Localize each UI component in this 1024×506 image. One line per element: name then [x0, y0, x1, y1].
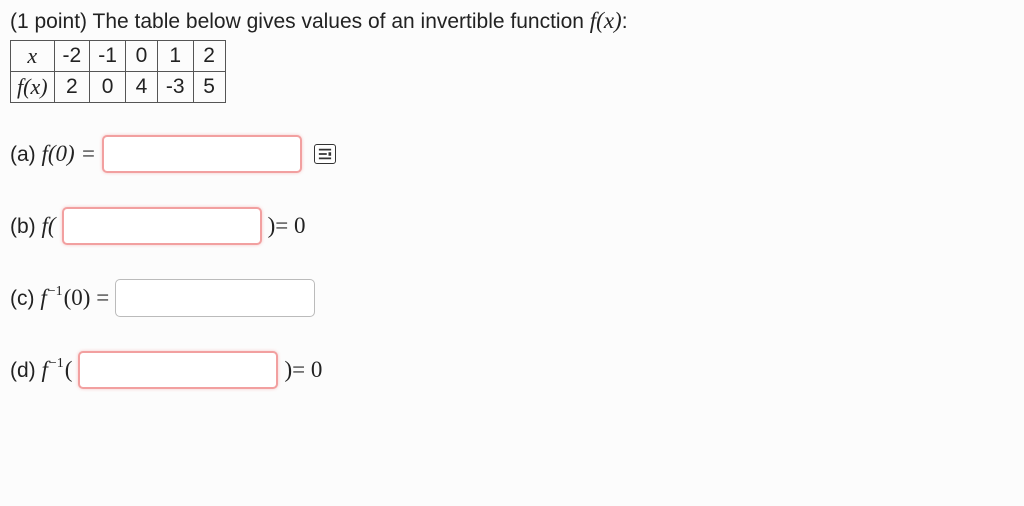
- prompt-text: The table below gives values of an inver…: [93, 10, 590, 33]
- table-x-label: x: [11, 41, 55, 72]
- part-d-label-post: )= 0: [284, 357, 322, 383]
- equation-editor-icon[interactable]: [314, 144, 336, 164]
- prompt-func: f(x): [590, 8, 622, 33]
- answer-input-c[interactable]: [115, 279, 315, 317]
- points-label: (1 point): [10, 10, 93, 33]
- table-cell: 1: [157, 41, 193, 72]
- table-cell: 5: [193, 72, 225, 103]
- part-a: (a) f(0) =: [10, 135, 1014, 173]
- part-c: (c) f−1(0) =: [10, 279, 1014, 317]
- table-cell: 0: [90, 72, 126, 103]
- prompt-colon: :: [622, 10, 628, 33]
- table-cell: -3: [157, 72, 193, 103]
- table-cell: 0: [125, 41, 157, 72]
- table-row: f(x) 2 0 4 -3 5: [11, 72, 226, 103]
- part-d: (d) f−1( )= 0: [10, 351, 1014, 389]
- table-cell: 2: [54, 72, 90, 103]
- table-cell: 4: [125, 72, 157, 103]
- part-c-label: (c) f−1(0) =: [10, 285, 109, 311]
- table-cell: -1: [90, 41, 126, 72]
- answer-input-a[interactable]: [102, 135, 302, 173]
- question-prompt: (1 point) The table below gives values o…: [10, 8, 1014, 34]
- function-table: x -2 -1 0 1 2 f(x) 2 0 4 -3 5: [10, 40, 226, 103]
- table-fx-label: f(x): [11, 72, 55, 103]
- part-b: (b) f( )= 0: [10, 207, 1014, 245]
- part-b-label-post: )= 0: [268, 213, 306, 239]
- table-cell: 2: [193, 41, 225, 72]
- answer-input-b[interactable]: [62, 207, 262, 245]
- part-d-label-pre: (d) f−1(: [10, 357, 72, 383]
- answer-input-d[interactable]: [78, 351, 278, 389]
- part-a-label: (a) f(0) =: [10, 141, 96, 167]
- part-b-label-pre: (b) f(: [10, 213, 56, 239]
- table-cell: -2: [54, 41, 90, 72]
- table-row: x -2 -1 0 1 2: [11, 41, 226, 72]
